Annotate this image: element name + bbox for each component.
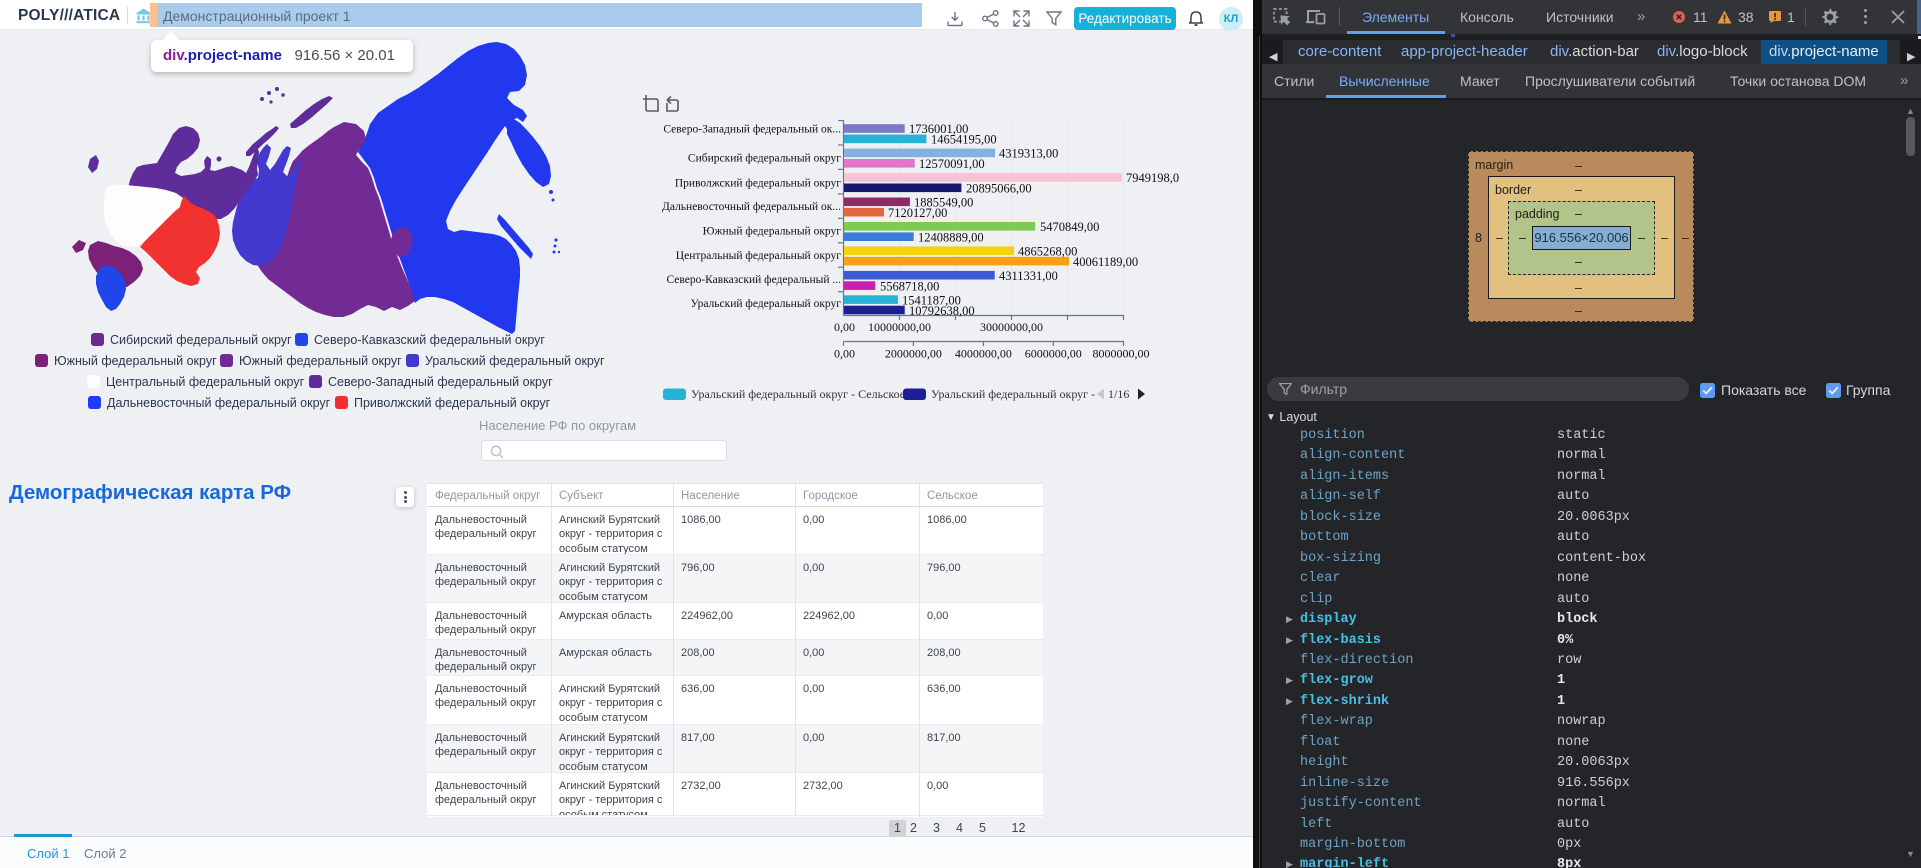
svg-text:Уральский федеральный округ: Уральский федеральный округ	[690, 298, 841, 310]
svg-text:Северо-Западный федеральный ок: Северо-Западный федеральный ок...	[663, 124, 841, 136]
svg-text:7120127,00: 7120127,00	[888, 206, 947, 220]
svg-text:Приволжский федеральный округ: Приволжский федеральный округ	[675, 178, 841, 190]
svg-text:10000000,00: 10000000,00	[868, 320, 931, 334]
svg-text:40061189,00: 40061189,00	[1073, 255, 1138, 269]
svg-text:Южный федеральный округ: Южный федеральный округ	[703, 226, 842, 238]
svg-text:6000000,00: 6000000,00	[1025, 347, 1082, 361]
svg-text:4000000,00: 4000000,00	[955, 347, 1012, 361]
svg-text:4311331,00: 4311331,00	[999, 269, 1058, 283]
svg-text:10792638,00: 10792638,00	[909, 304, 975, 318]
svg-text:Уральский федеральный округ -: Уральский федеральный округ - Сельское	[691, 387, 905, 401]
svg-text:1/16: 1/16	[1108, 387, 1129, 401]
svg-text:Дальневосточный федеральный ок: Дальневосточный федеральный ок...	[662, 201, 841, 213]
svg-text:5568718,00: 5568718,00	[880, 280, 939, 294]
svg-text:0,00: 0,00	[834, 347, 855, 361]
svg-text:Центральный федеральный округ: Центральный федеральный округ	[676, 250, 841, 262]
svg-text:30000000,00: 30000000,00	[980, 320, 1043, 334]
svg-text:2000000,00: 2000000,00	[885, 347, 942, 361]
svg-text:Сибирский федеральный округ: Сибирский федеральный округ	[688, 153, 841, 165]
svg-text:Уральский федеральный округ -: Уральский федеральный округ -	[931, 387, 1095, 401]
svg-text:20895066,00: 20895066,00	[966, 182, 1032, 196]
svg-text:4865268,00: 4865268,00	[1018, 245, 1077, 259]
svg-text:14654195,00: 14654195,00	[931, 133, 997, 147]
svg-text:8000000,00: 8000000,00	[1093, 347, 1150, 361]
svg-text:7949198,0: 7949198,0	[1126, 171, 1179, 185]
svg-text:Северо-Кавказский федеральный: Северо-Кавказский федеральный ...	[666, 274, 841, 286]
svg-text:4319313,00: 4319313,00	[999, 147, 1058, 161]
svg-text:0,00: 0,00	[834, 320, 855, 334]
svg-text:12570091,00: 12570091,00	[919, 157, 985, 171]
svg-text:12408889,00: 12408889,00	[918, 231, 984, 245]
svg-text:5470849,00: 5470849,00	[1040, 220, 1099, 234]
